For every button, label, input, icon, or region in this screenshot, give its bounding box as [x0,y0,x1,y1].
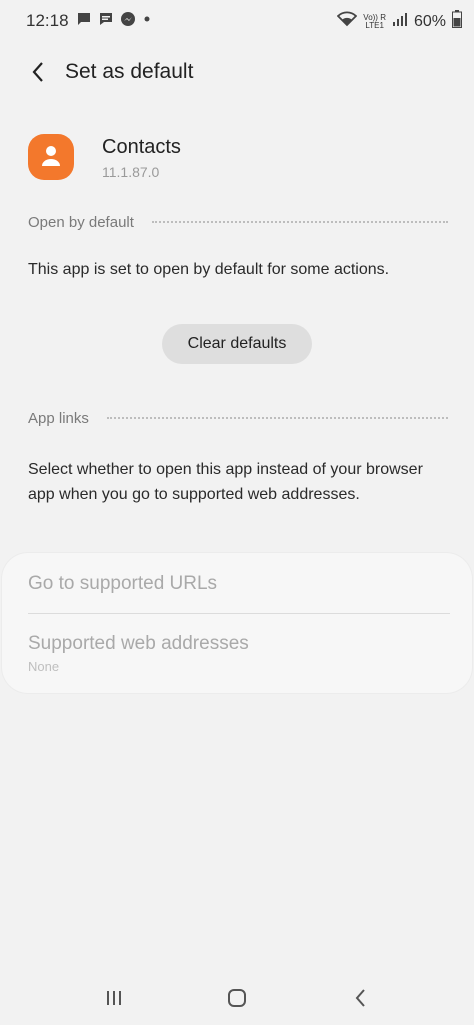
list-item-subtitle: None [28,659,60,674]
list-item-title: Go to supported URLs [28,573,218,594]
app-info: Contacts 11.1.87.0 [28,132,448,192]
status-bar: 12:18 Vo)) R LTE1 60% [0,0,474,40]
person-icon [42,146,60,166]
list-item-title: Supported web addresses [28,633,249,654]
list-item-go-to-supported-urls[interactable]: Go to supported URLs [28,573,448,595]
signal-icon [392,11,408,32]
chat-icon [98,11,114,32]
app-links-card: Go to supported URLs Supported web addre… [2,553,472,693]
message-icon [76,11,92,32]
status-time: 12:18 [26,11,69,30]
network-type: Vo)) R LTE1 [363,12,386,30]
back-button[interactable] [24,58,52,86]
dotted-divider [151,221,448,223]
page-title: Set as default [65,60,194,83]
chevron-left-icon [32,62,43,82]
section-label: App links [28,409,89,427]
battery-icon [452,10,462,33]
nav-back-button[interactable] [341,983,381,1013]
back-icon [355,989,365,1007]
app-bar: Set as default [0,50,474,94]
battery-percent: 60% [413,12,446,30]
section-header-open-by-default: Open by default [28,212,448,232]
contacts-app-icon [28,134,74,180]
recents-button[interactable] [94,983,134,1013]
recents-icon [107,991,121,1005]
app-links-description: Select whether to open this app instead … [28,461,423,503]
app-name: Contacts [102,136,181,158]
home-icon [228,989,246,1007]
navigation-bar [0,975,474,1021]
open-by-default-description: This app is set to open by default for s… [28,261,390,278]
clear-defaults-button[interactable]: Clear defaults [162,324,312,364]
wifi-icon [337,11,358,32]
section-header-app-links: App links [28,408,448,428]
messenger-icon [120,11,136,32]
divider [28,613,450,614]
app-version: 11.1.87.0 [102,164,160,180]
dot-icon [142,11,152,32]
list-item-supported-web-addresses[interactable]: Supported web addresses None [28,633,448,674]
dotted-divider [106,417,448,419]
home-button[interactable] [217,983,257,1013]
section-label: Open by default [28,213,134,231]
